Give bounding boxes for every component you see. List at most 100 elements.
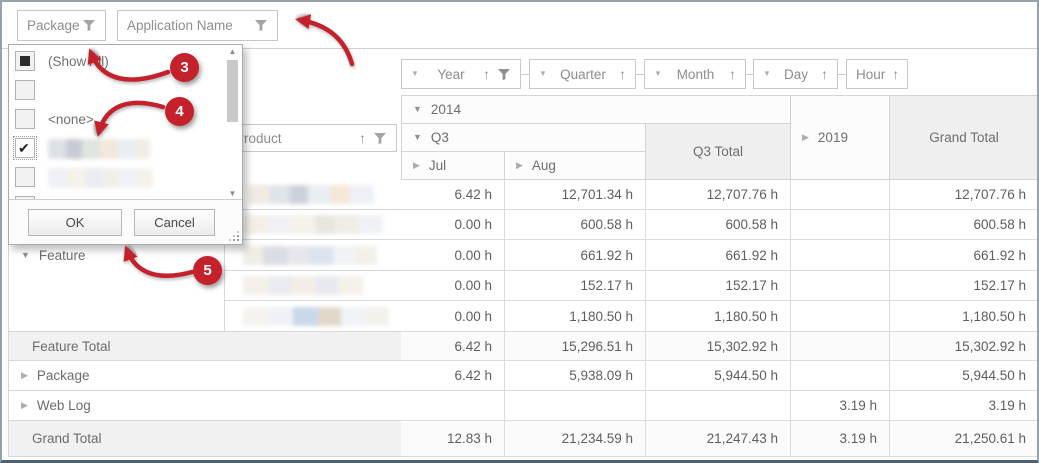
data-cell [791, 180, 890, 210]
data-cell: 152.17 h [646, 271, 791, 301]
scroll-down-icon[interactable]: ▼ [225, 189, 240, 199]
resize-grip[interactable] [228, 230, 239, 241]
sort-asc-icon[interactable]: ↑ [483, 67, 490, 81]
grand-total-cell: 21,234.59 h [505, 421, 646, 457]
row-header-label: Package [36, 368, 90, 383]
column-field-hour[interactable]: Hour ↑ [846, 59, 908, 89]
collapse-icon[interactable]: ▼ [413, 133, 422, 142]
filter-icon[interactable] [373, 132, 387, 145]
data-cell: 0.00 h [401, 271, 505, 301]
sort-asc-icon[interactable]: ↑ [892, 67, 899, 81]
chevron-down-icon[interactable]: ▼ [411, 70, 419, 78]
redacted-product-name [243, 306, 389, 326]
data-cell: 152.17 h [890, 271, 1037, 301]
sort-asc-icon[interactable]: ↑ [821, 67, 828, 81]
column-header-q3[interactable]: ▼ Q3 [402, 124, 646, 152]
column-field-day[interactable]: ▼ Day ↑ [753, 59, 838, 89]
data-cell: 3.19 h [791, 391, 890, 421]
filter-icon[interactable] [82, 19, 96, 32]
row-header-web-log[interactable]: ▶ Web Log [9, 391, 401, 421]
field-connector [746, 74, 753, 75]
column-header-label: Q3 Total [692, 144, 744, 159]
filter-item-checked[interactable] [9, 134, 242, 163]
field-connector [636, 74, 644, 75]
column-header-label: 2019 [817, 130, 848, 145]
sort-asc-icon[interactable]: ↑ [729, 67, 736, 81]
row-header-package[interactable]: ▶ Package [9, 361, 401, 391]
sort-asc-icon[interactable]: ↑ [359, 131, 366, 145]
filter-item[interactable] [9, 163, 242, 192]
filter-item-show-all[interactable]: (Show All) [9, 47, 242, 76]
row-header-label: Web Log [36, 398, 91, 413]
data-cell: 152.17 h [505, 271, 646, 301]
filter-field-package-label: Package [27, 18, 80, 33]
column-field-month[interactable]: ▼ Month ↑ [644, 59, 746, 89]
checkbox-unchecked[interactable] [15, 109, 35, 129]
checkbox-unchecked[interactable] [15, 80, 35, 100]
column-header-jul[interactable]: ▶ Jul [402, 152, 505, 180]
expand-icon[interactable]: ▶ [802, 133, 809, 142]
column-header-2019[interactable]: ▶ 2019 [791, 96, 890, 180]
redacted-filter-value [48, 138, 150, 159]
row-header-product-3[interactable] [225, 240, 401, 271]
row-header-label: Grand Total [32, 431, 102, 446]
redacted-filter-value [48, 167, 153, 188]
data-cell: 1,180.50 h [646, 301, 791, 332]
field-label: Year [437, 66, 465, 82]
chevron-down-icon[interactable]: ▼ [763, 70, 771, 78]
collapse-icon[interactable]: ▼ [21, 251, 30, 260]
data-cell [791, 361, 890, 391]
expand-icon[interactable]: ▶ [413, 161, 420, 170]
row-header-label: Feature [38, 248, 86, 263]
filter-header-area: Package Application Name [2, 2, 1037, 49]
filter-icon[interactable] [497, 68, 511, 81]
data-cell: 5,944.50 h [890, 361, 1037, 391]
grand-total-cell: 12.83 h [401, 421, 505, 457]
filter-item[interactable] [9, 76, 242, 105]
filter-field-package[interactable]: Package [17, 10, 106, 41]
filter-item-none[interactable]: <none> [9, 105, 242, 134]
column-header-2014[interactable]: ▼ 2014 [402, 96, 791, 124]
row-header-product-2[interactable] [225, 210, 401, 240]
column-header-label: 2014 [430, 102, 461, 117]
field-label: Day [783, 66, 808, 82]
checkbox-checked[interactable] [13, 136, 37, 160]
column-header-q3-total: Q3 Total [646, 124, 791, 180]
data-cell [401, 391, 505, 421]
grand-total-cell: 21,247.43 h [646, 421, 791, 457]
checkbox-unchecked[interactable] [15, 167, 35, 187]
column-header-aug[interactable]: ▶ Aug [505, 152, 646, 180]
filter-field-application-name[interactable]: Application Name [117, 10, 278, 41]
data-cell: 600.58 h [890, 210, 1037, 240]
row-header-product-1[interactable]: ▼ [225, 180, 401, 210]
column-header-label: Jul [428, 158, 447, 173]
filter-icon[interactable] [254, 19, 268, 32]
row-header-label: Feature Total [32, 338, 111, 354]
total-cell: 15,302.92 h [890, 332, 1037, 361]
total-cell [791, 332, 890, 361]
expand-icon[interactable]: ▶ [21, 371, 28, 380]
row-field-product[interactable]: Product ↑ [225, 124, 397, 152]
chevron-down-icon[interactable]: ▼ [539, 70, 547, 78]
cancel-button[interactable]: Cancel [134, 209, 215, 236]
row-header-feature-total: Feature Total [9, 332, 401, 361]
collapse-icon[interactable]: ▼ [413, 105, 422, 114]
ok-button[interactable]: OK [28, 209, 122, 236]
scroll-up-icon[interactable]: ▲ [225, 47, 240, 57]
row-header-product-5[interactable] [225, 301, 401, 332]
chevron-down-icon[interactable]: ▼ [654, 70, 662, 78]
column-field-year[interactable]: ▼ Year ↑ [401, 59, 521, 89]
pivot-grid-window: Package Application Name ▼ Year ↑ ▼ Quar… [0, 0, 1039, 463]
data-cell [791, 240, 890, 271]
sort-asc-icon[interactable]: ↑ [619, 67, 626, 81]
checkbox-partial[interactable] [15, 51, 35, 71]
data-cell: 600.58 h [505, 210, 646, 240]
expand-icon[interactable]: ▶ [21, 401, 28, 410]
row-header-product-4[interactable] [225, 271, 401, 301]
popup-button-bar: OK Cancel [9, 199, 242, 244]
column-field-quarter[interactable]: ▼ Quarter ↑ [529, 59, 636, 89]
popup-scrollbar[interactable]: ▲ ▼ [225, 47, 240, 199]
column-header-label: Aug [531, 158, 556, 173]
scrollbar-thumb[interactable] [227, 60, 238, 122]
expand-icon[interactable]: ▶ [516, 161, 523, 170]
